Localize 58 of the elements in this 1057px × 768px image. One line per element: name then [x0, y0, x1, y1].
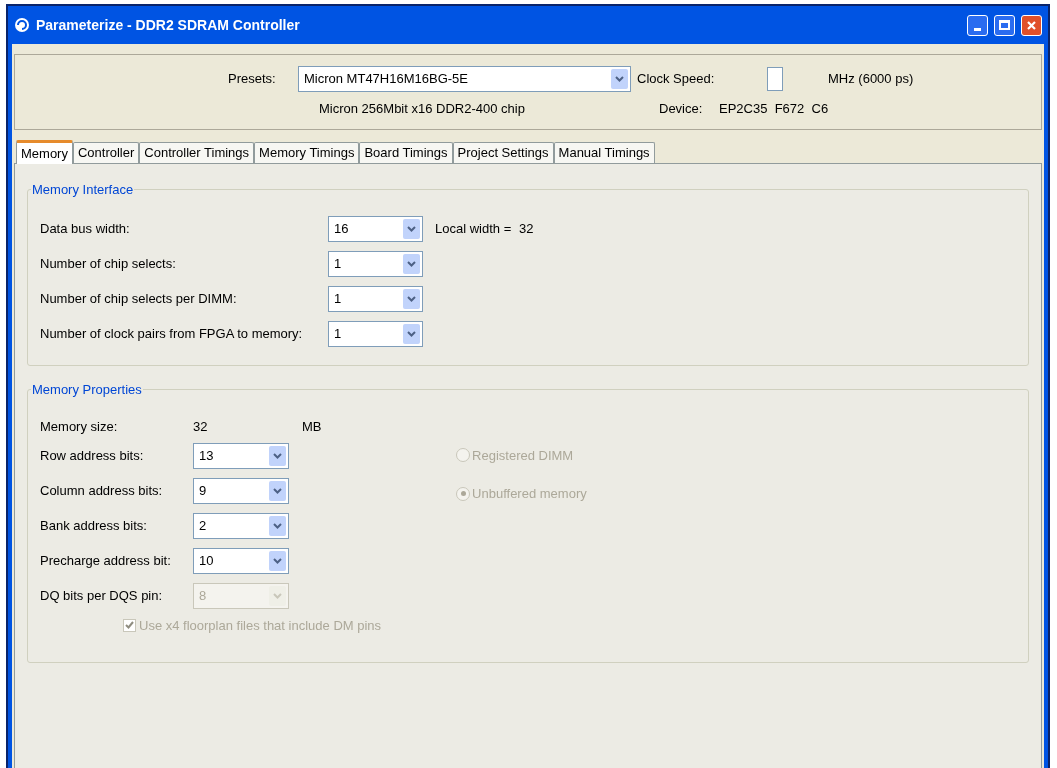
- tab[interactable]: Project Settings: [452, 142, 554, 163]
- field-label: Row address bits:: [40, 446, 145, 465]
- group-title: Memory Interface: [31, 181, 135, 199]
- chevron-down-icon: [403, 288, 420, 309]
- chevron-down-icon: [403, 253, 420, 274]
- device-value: EP2C35 F672 C6: [719, 100, 829, 118]
- chevron-down-icon: [403, 218, 420, 239]
- field-label: DQ bits per DQS pin:: [40, 586, 164, 605]
- maximize-button[interactable]: [994, 14, 1015, 36]
- clock-unit: MHz (6000 ps): [828, 70, 914, 89]
- chevron-down-icon: [269, 550, 286, 571]
- tab[interactable]: Controller Timings: [139, 142, 255, 163]
- chevron-down-icon: [269, 585, 286, 606]
- tab[interactable]: Board Timings: [359, 142, 453, 163]
- field-label: Number of clock pairs from FPGA to memory:: [40, 324, 304, 343]
- window-title: Parameterize - DDR2 SDRAM Controller: [36, 15, 301, 35]
- tab[interactable]: Manual Timings: [553, 142, 655, 163]
- field-label: Precharge address bit:: [40, 551, 172, 570]
- field-label: Data bus width:: [40, 219, 131, 238]
- dropdown[interactable]: 13: [193, 442, 289, 469]
- dropdown[interactable]: 10: [193, 547, 289, 574]
- chevron-down-icon: [611, 69, 628, 89]
- chip-description: Micron 256Mbit x16 DDR2-400 chip: [319, 100, 526, 118]
- dropdown[interactable]: Micron MT47H16M16BG-5E: [298, 66, 631, 92]
- chevron-down-icon: [269, 445, 286, 466]
- chevron-down-icon: [269, 515, 286, 536]
- local-width-label: Local width =: [435, 219, 513, 238]
- device-label: Device:: [659, 100, 704, 118]
- minimize-button[interactable]: [967, 14, 988, 36]
- memory-size-value: 32: [193, 417, 209, 436]
- presets-label: Presets:: [228, 70, 277, 89]
- dropdown[interactable]: 16: [328, 215, 423, 242]
- local-width-value: 32: [519, 219, 534, 238]
- field-label: Bank address bits:: [40, 516, 148, 535]
- check-icon: [125, 621, 134, 630]
- memory-size-unit: MB: [302, 417, 322, 436]
- group-title: Memory Properties: [31, 381, 143, 399]
- close-icon: [1026, 19, 1037, 31]
- app-icon: [14, 17, 30, 33]
- tab[interactable]: Controller: [72, 142, 140, 163]
- dropdown[interactable]: 1: [328, 285, 423, 312]
- maximize-icon: [999, 20, 1010, 30]
- minimize-icon: [974, 27, 981, 31]
- field-label: Number of chip selects per DIMM:: [40, 289, 238, 308]
- dropdown[interactable]: 9: [193, 477, 289, 504]
- clock-speed-field[interactable]: [767, 67, 783, 91]
- tab[interactable]: Memory Timings: [254, 142, 360, 163]
- dropdown[interactable]: 2: [193, 512, 289, 539]
- chevron-down-icon: [403, 323, 420, 344]
- tab[interactable]: Memory: [16, 140, 73, 164]
- dropdown[interactable]: 1: [328, 250, 423, 277]
- field-label: Memory size:: [40, 417, 119, 436]
- field-label: Number of chip selects:: [40, 254, 177, 273]
- clock-speed-label: Clock Speed:: [637, 70, 716, 89]
- chevron-down-icon: [269, 480, 286, 501]
- field-label: Column address bits:: [40, 481, 164, 500]
- close-button[interactable]: [1021, 14, 1042, 36]
- dropdown[interactable]: 1: [328, 320, 423, 347]
